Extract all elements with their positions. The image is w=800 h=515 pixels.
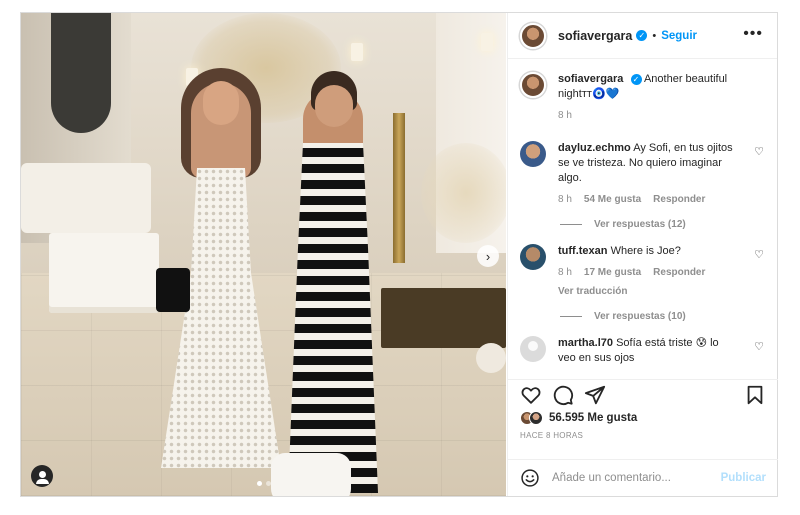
commenter-username[interactable]: tuff.texan — [558, 245, 608, 257]
photo-window — [51, 13, 111, 133]
view-replies-button[interactable]: Ver respuestas (12) — [560, 219, 764, 230]
photo-candlestick — [393, 113, 405, 263]
chevron-right-icon: › — [485, 248, 491, 264]
comment-item: dayluz.echmo Ay Sofi, en tus ojitos se v… — [520, 141, 764, 207]
comment-body: tuff.texan Where is Joe? 8 h 17 Me gusta… — [558, 244, 738, 299]
photo-lamp — [351, 43, 363, 61]
liker-avatar — [529, 411, 543, 425]
comment-meta: 8 h 54 Me gusta Responder — [558, 192, 738, 207]
post-sidebar: sofiavergara ✓ • Seguir ••• sofiavergara… — [507, 13, 778, 496]
emoji-icon[interactable] — [520, 468, 540, 488]
commenter-avatar[interactable] — [520, 141, 546, 167]
post-photo[interactable]: › — [21, 13, 506, 496]
caption: sofiavergara ✓ Another beautiful nightтт… — [520, 72, 764, 123]
comment-meta: 8 h 17 Me gusta Responder — [558, 265, 738, 280]
person-right-face — [315, 85, 353, 127]
photo-lamp — [481, 33, 493, 51]
person-right-dress — [288, 143, 378, 493]
heart-icon[interactable] — [520, 384, 542, 406]
caption-emoji: 🧿💙 — [591, 88, 620, 100]
post-timestamp[interactable]: HACE 8 HORAS — [520, 431, 583, 440]
commenter-avatar[interactable] — [520, 336, 546, 362]
comment-like-icon[interactable]: ♡ — [754, 340, 764, 353]
user-tag-button[interactable] — [31, 465, 53, 487]
comment-body: dayluz.echmo Ay Sofi, en tus ojitos se v… — [558, 141, 738, 207]
commenter-username[interactable]: dayluz.echmo — [558, 142, 631, 154]
photo-sofa — [21, 163, 151, 233]
author-avatar[interactable] — [520, 72, 546, 98]
comment-body: martha.l70 Sofía está triste 😰 lo veo en… — [558, 336, 738, 366]
post-modal: › sofiavergara ✓ • Seguir ••• sofiaverga… — [20, 12, 778, 497]
carousel-dot-active — [257, 481, 262, 486]
verified-badge-icon: ✓ — [636, 30, 648, 41]
comments-list[interactable]: sofiavergara ✓ Another beautiful nightтт… — [508, 60, 778, 378]
comment-item: tuff.texan Where is Joe? 8 h 17 Me gusta… — [520, 244, 764, 299]
likes-count[interactable]: 56.595 Me gusta — [549, 412, 637, 424]
caption-meta: 8 h — [558, 108, 738, 123]
follow-button[interactable]: Seguir — [661, 30, 697, 42]
more-options-icon[interactable]: ••• — [743, 26, 763, 42]
carousel-dot — [266, 481, 271, 486]
comment-likes[interactable]: 17 Me gusta — [584, 265, 641, 280]
publish-button[interactable]: Publicar — [721, 472, 766, 484]
comment-likes[interactable]: 54 Me gusta — [584, 192, 641, 207]
person-left-handbag — [156, 268, 190, 312]
verified-badge-icon: ✓ — [630, 73, 642, 85]
caption-body: sofiavergara ✓ Another beautiful nightтт… — [558, 72, 738, 123]
share-icon[interactable] — [584, 384, 606, 406]
caption-time[interactable]: 8 h — [558, 108, 572, 123]
post-actions — [508, 379, 778, 409]
author-username[interactable]: sofiavergara — [558, 29, 632, 43]
post-header: sofiavergara ✓ • Seguir ••• — [508, 13, 777, 59]
comment-translate: Ver traducción — [558, 284, 738, 299]
photo-shell — [476, 343, 506, 373]
comment-time[interactable]: 8 h — [558, 265, 572, 280]
comment-like-icon[interactable]: ♡ — [754, 248, 764, 261]
add-comment-bar: Publicar — [508, 459, 778, 496]
person-left-face — [203, 81, 239, 125]
commenter-username[interactable]: martha.l70 — [558, 337, 613, 349]
comment-text: Where is Joe? — [610, 245, 681, 257]
photo-side-table — [381, 288, 506, 348]
header-separator: • — [652, 29, 657, 42]
translate-button[interactable]: Ver traducción — [558, 284, 627, 299]
caption-username[interactable]: sofiavergara — [558, 73, 623, 85]
comment-input[interactable] — [552, 472, 712, 484]
likes-summary[interactable]: 56.595 Me gusta — [520, 411, 637, 425]
author-avatar[interactable] — [520, 22, 546, 49]
user-tag-icon — [35, 470, 49, 484]
next-image-button[interactable]: › — [477, 245, 499, 267]
photo-table — [49, 233, 159, 313]
comment-icon[interactable] — [552, 384, 574, 406]
reply-button[interactable]: Responder — [653, 192, 705, 207]
comment-like-icon[interactable]: ♡ — [754, 145, 764, 158]
comment-time[interactable]: 8 h — [558, 192, 572, 207]
reply-button[interactable]: Responder — [653, 265, 705, 280]
photo-pillow — [271, 453, 351, 496]
carousel-indicator — [257, 481, 271, 486]
bookmark-icon[interactable] — [744, 384, 766, 406]
comment-item: martha.l70 Sofía está triste 😰 lo veo en… — [520, 336, 764, 366]
commenter-avatar[interactable] — [520, 244, 546, 270]
photo-pampas-right — [421, 143, 506, 243]
view-replies-button[interactable]: Ver respuestas (10) — [560, 311, 764, 322]
